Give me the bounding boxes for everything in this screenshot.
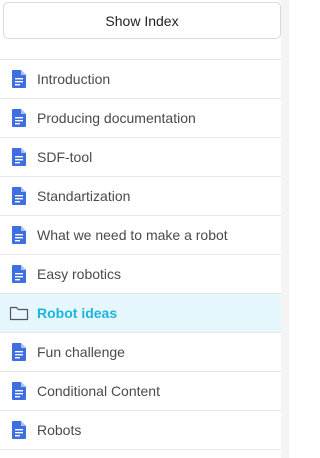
nav-item-label: Easy robotics bbox=[37, 266, 122, 282]
nav-item-standartization[interactable]: Standartization bbox=[0, 177, 281, 216]
nav-item-what-we-need[interactable]: What we need to make a robot bbox=[0, 216, 281, 255]
nav-item-conditional-content[interactable]: Conditional Content bbox=[0, 372, 281, 411]
index-list: Introduction Producing documentation SDF… bbox=[0, 59, 281, 450]
document-icon bbox=[11, 265, 27, 283]
folder-icon bbox=[9, 304, 29, 322]
document-icon bbox=[11, 343, 27, 361]
nav-item-robots[interactable]: Robots bbox=[0, 411, 281, 450]
nav-item-label: Conditional Content bbox=[37, 383, 160, 399]
nav-item-label: Fun challenge bbox=[37, 344, 125, 360]
document-icon bbox=[11, 109, 27, 127]
nav-item-easy-robotics[interactable]: Easy robotics bbox=[0, 255, 281, 294]
nav-item-label: Introduction bbox=[37, 71, 111, 87]
nav-item-sdf-tool[interactable]: SDF-tool bbox=[0, 138, 281, 177]
document-icon bbox=[11, 187, 27, 205]
show-index-button[interactable]: Show Index bbox=[3, 2, 281, 39]
nav-item-fun-challenge[interactable]: Fun challenge bbox=[0, 333, 281, 372]
document-icon bbox=[11, 148, 27, 166]
index-panel: Show Index Introduction Producing docume… bbox=[0, 0, 281, 458]
nav-item-introduction[interactable]: Introduction bbox=[0, 60, 281, 99]
nav-item-label: Producing documentation bbox=[37, 110, 196, 126]
nav-item-label: Robots bbox=[37, 422, 82, 438]
nav-item-producing-documentation[interactable]: Producing documentation bbox=[0, 99, 281, 138]
document-icon bbox=[11, 70, 27, 88]
scrollbar-track[interactable] bbox=[281, 0, 289, 458]
nav-item-label: What we need to make a robot bbox=[37, 227, 228, 243]
document-icon bbox=[11, 421, 27, 439]
document-icon bbox=[11, 226, 27, 244]
nav-item-label: SDF-tool bbox=[37, 149, 93, 165]
nav-item-label: Robot ideas bbox=[37, 305, 118, 321]
document-icon bbox=[11, 382, 27, 400]
nav-item-label: Standartization bbox=[37, 188, 131, 204]
nav-item-robot-ideas[interactable]: Robot ideas bbox=[0, 294, 281, 333]
